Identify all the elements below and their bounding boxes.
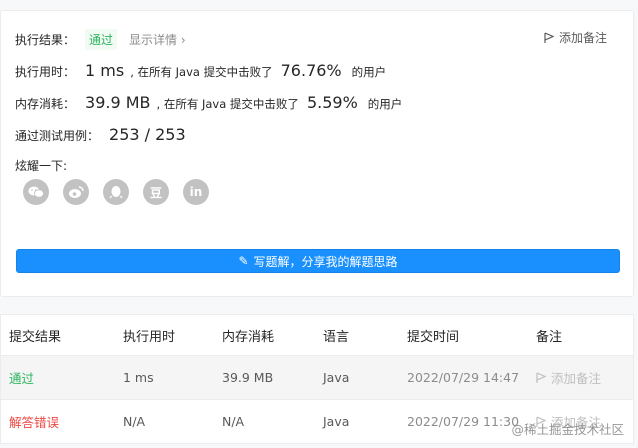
row-language: Java bbox=[323, 370, 350, 385]
status-badge: 通过 bbox=[85, 29, 118, 50]
write-solution-button[interactable]: ✎ 写题解，分享我的解题思路 bbox=[16, 249, 620, 273]
row-result[interactable]: 解答错误 bbox=[9, 412, 59, 431]
tests-row: 通过测试用例： 253 / 253 bbox=[15, 125, 186, 144]
header-note: 备注 bbox=[536, 329, 563, 345]
watermark: @稀土掘金技术社区 bbox=[511, 422, 624, 437]
result-row: 执行结果： 通过 显示详情 › bbox=[15, 29, 186, 50]
row-memory: 39.9 MB bbox=[222, 370, 274, 385]
header-runtime: 执行用时 bbox=[123, 329, 176, 345]
runtime-suffix: 的用户 bbox=[351, 65, 387, 79]
share-icons: 豆 in bbox=[23, 179, 209, 205]
row-runtime: 1 ms bbox=[123, 370, 154, 385]
douban-icon[interactable]: 豆 bbox=[143, 179, 169, 205]
row-memory: N/A bbox=[222, 414, 245, 429]
tests-label: 通过测试用例： bbox=[15, 129, 100, 143]
row-note-label: 添加备注 bbox=[551, 371, 602, 386]
wechat-glyph bbox=[28, 186, 44, 198]
write-solution-label: 写题解，分享我的解题思路 bbox=[253, 254, 398, 269]
header-memory: 内存消耗 bbox=[222, 329, 275, 345]
memory-suffix: 的用户 bbox=[367, 97, 403, 111]
result-card: 执行结果： 通过 显示详情 › 添加备注 执行用时： 1 ms , 在所有 Ja… bbox=[0, 10, 634, 297]
header-result: 提交结果 bbox=[9, 329, 62, 345]
runtime-value: 1 ms bbox=[85, 61, 125, 80]
row-add-note-button[interactable]: 添加备注 bbox=[536, 368, 601, 387]
table-row[interactable]: 通过 1 ms 39.9 MB Java 2022/07/29 14:47 添加… bbox=[1, 355, 633, 399]
memory-row: 内存消耗： 39.9 MB , 在所有 Java 提交中击败了 5.59% 的用… bbox=[15, 93, 402, 112]
tests-value: 253 / 253 bbox=[109, 125, 186, 144]
show-details-link[interactable]: 显示详情 › bbox=[129, 31, 186, 48]
flag-icon bbox=[536, 371, 546, 383]
memory-label: 内存消耗： bbox=[15, 97, 76, 111]
row-result[interactable]: 通过 bbox=[9, 368, 34, 387]
table-header: 提交结果 执行用时 内存消耗 语言 提交时间 备注 bbox=[1, 315, 633, 355]
row-language: Java bbox=[323, 414, 350, 429]
add-note-label: 添加备注 bbox=[558, 31, 607, 45]
weibo-glyph bbox=[69, 186, 84, 198]
memory-percent: 5.59% bbox=[306, 93, 358, 112]
wechat-icon[interactable] bbox=[23, 179, 49, 205]
row-runtime: N/A bbox=[123, 414, 146, 429]
pencil-icon: ✎ bbox=[238, 254, 249, 268]
row-time: 2022/07/29 11:30 bbox=[407, 414, 520, 429]
linkedin-icon[interactable]: in bbox=[183, 179, 209, 205]
qq-glyph bbox=[109, 185, 123, 198]
runtime-percent: 76.76% bbox=[280, 61, 342, 80]
share-label: 炫耀一下: bbox=[15, 159, 68, 173]
weibo-icon[interactable] bbox=[63, 179, 89, 205]
result-label: 执行结果： bbox=[15, 33, 76, 47]
memory-value: 39.9 MB bbox=[85, 93, 151, 112]
row-time: 2022/07/29 14:47 bbox=[407, 370, 520, 385]
flag-icon bbox=[544, 31, 554, 43]
runtime-row: 执行用时： 1 ms , 在所有 Java 提交中击败了 76.76% 的用户 bbox=[15, 61, 386, 80]
runtime-prefix: , 在所有 Java 提交中击败了 bbox=[130, 65, 273, 79]
header-time: 提交时间 bbox=[407, 329, 460, 345]
memory-prefix: , 在所有 Java 提交中击败了 bbox=[156, 97, 299, 111]
header-language: 语言 bbox=[323, 329, 350, 345]
add-note-button[interactable]: 添加备注 bbox=[544, 29, 607, 46]
share-label-row: 炫耀一下: bbox=[15, 157, 67, 174]
qq-icon[interactable] bbox=[103, 179, 129, 205]
runtime-label: 执行用时： bbox=[15, 65, 76, 79]
